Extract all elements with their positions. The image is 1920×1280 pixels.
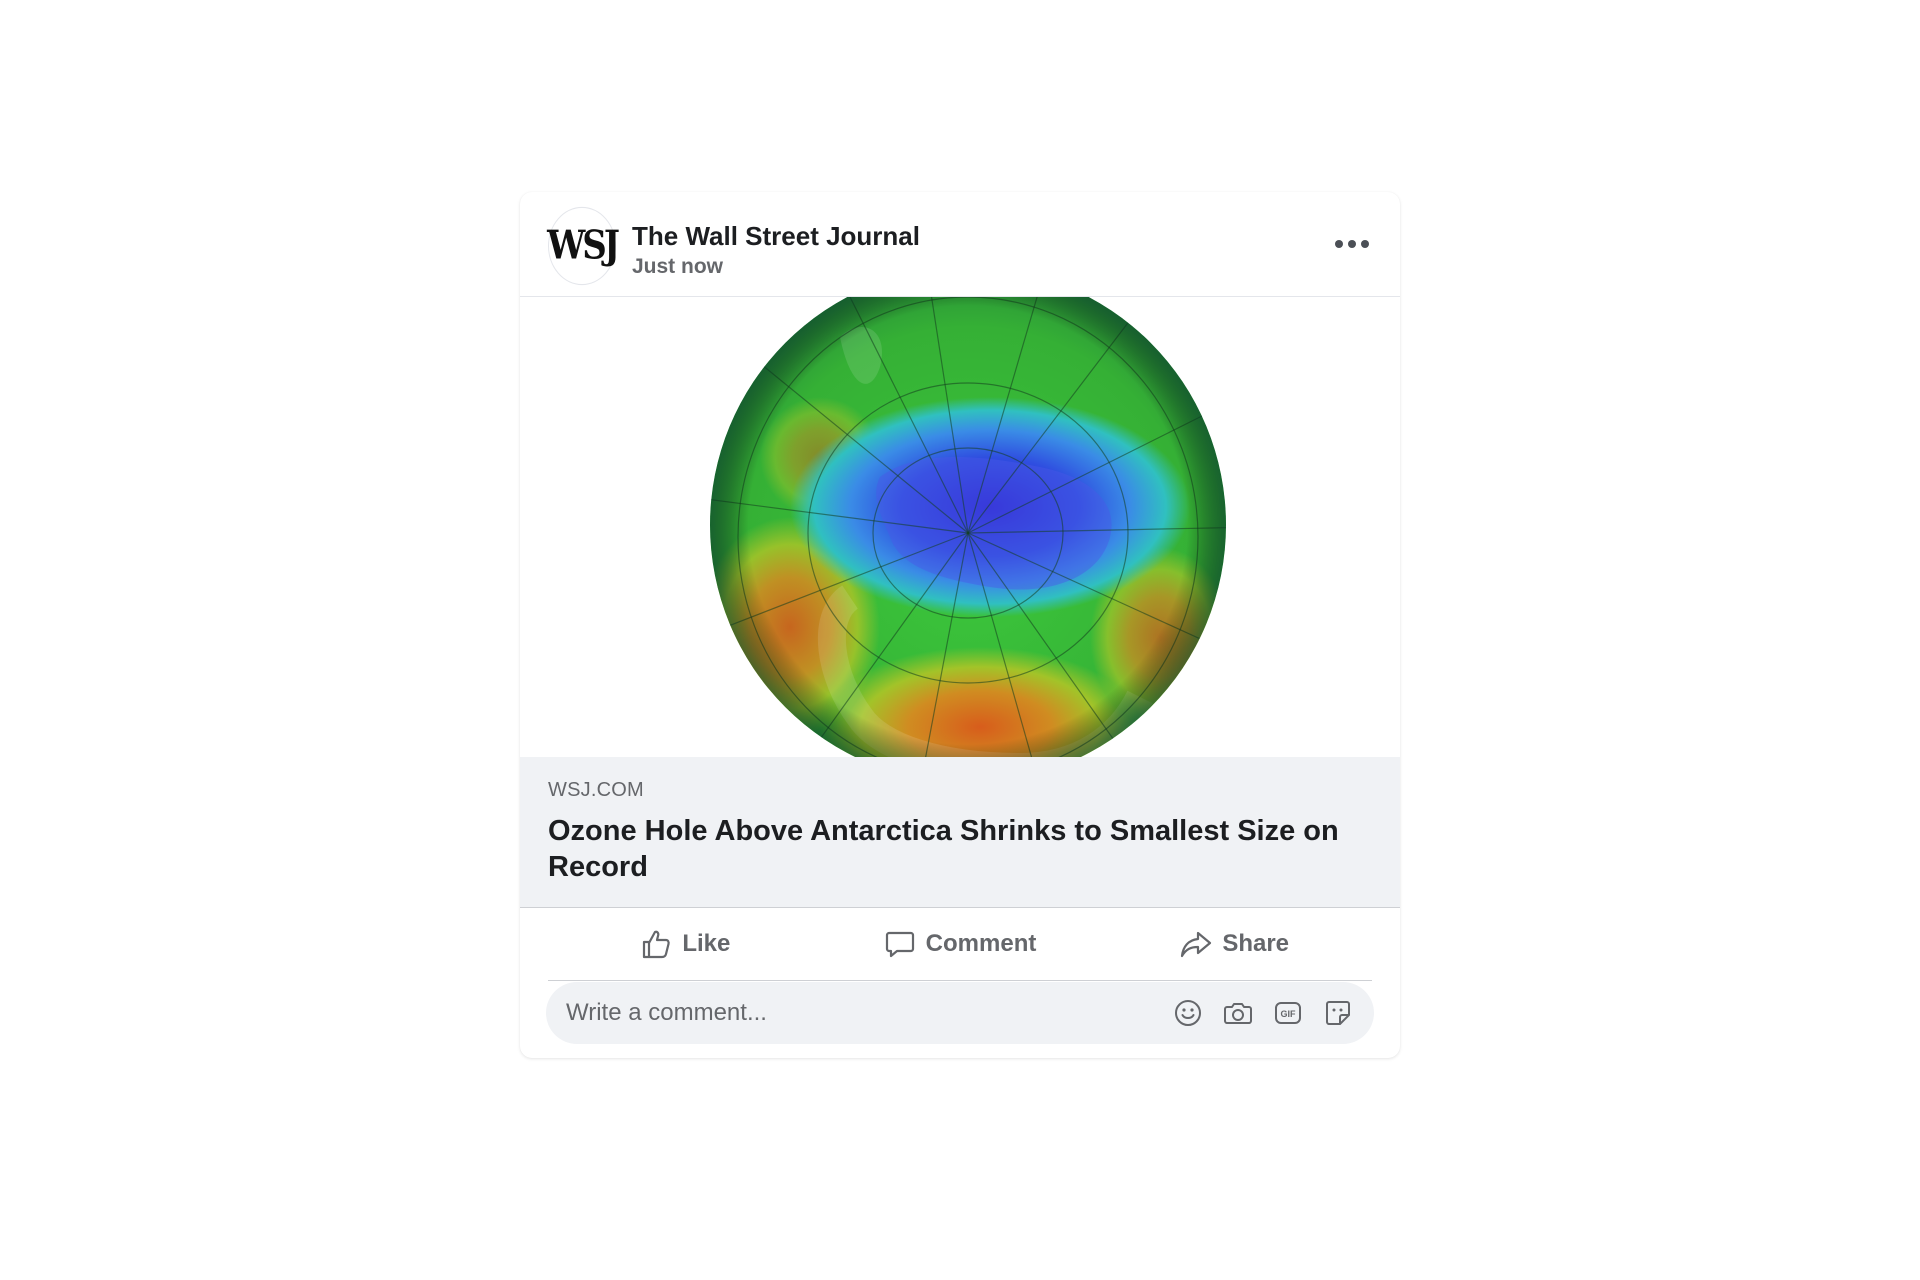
action-bar: Like Comment Share — [548, 908, 1372, 981]
like-button[interactable]: Like — [548, 908, 823, 980]
like-label: Like — [682, 930, 731, 957]
emoji-icon[interactable] — [1172, 997, 1204, 1029]
post-image[interactable] — [520, 297, 1400, 757]
comment-label: Comment — [925, 930, 1037, 957]
post-header: WSJ The Wall Street Journal Just now — [520, 192, 1400, 297]
link-preview[interactable]: WSJ.COM Ozone Hole Above Antarctica Shri… — [520, 757, 1400, 908]
comment-input[interactable]: Write a comment... GIF — [546, 982, 1374, 1044]
thumbs-up-icon — [643, 930, 671, 959]
link-domain: WSJ.COM — [548, 779, 644, 801]
share-button[interactable]: Share — [1097, 908, 1372, 980]
comment-tools: GIF — [1172, 997, 1354, 1029]
share-label: Share — [1222, 930, 1290, 957]
svg-text:GIF: GIF — [1281, 1009, 1297, 1019]
avatar[interactable]: WSJ — [547, 206, 620, 286]
ozone-globe-image — [710, 297, 1226, 757]
more-options-button[interactable] — [1324, 220, 1380, 268]
post-card: WSJ The Wall Street Journal Just now WSJ… — [520, 192, 1400, 1058]
post-timestamp[interactable]: Just now — [632, 255, 723, 279]
sticker-icon[interactable] — [1322, 997, 1354, 1029]
comment-placeholder: Write a comment... — [566, 999, 767, 1026]
page-name-link[interactable]: The Wall Street Journal — [632, 221, 920, 252]
link-title[interactable]: Ozone Hole Above Antarctica Shrinks to S… — [548, 813, 1368, 885]
gif-icon[interactable]: GIF — [1272, 997, 1304, 1029]
comment-button[interactable]: Comment — [823, 908, 1098, 980]
more-horizontal-icon — [1335, 240, 1343, 248]
comment-icon — [885, 931, 914, 958]
share-icon — [1181, 931, 1212, 958]
camera-icon[interactable] — [1222, 997, 1254, 1029]
